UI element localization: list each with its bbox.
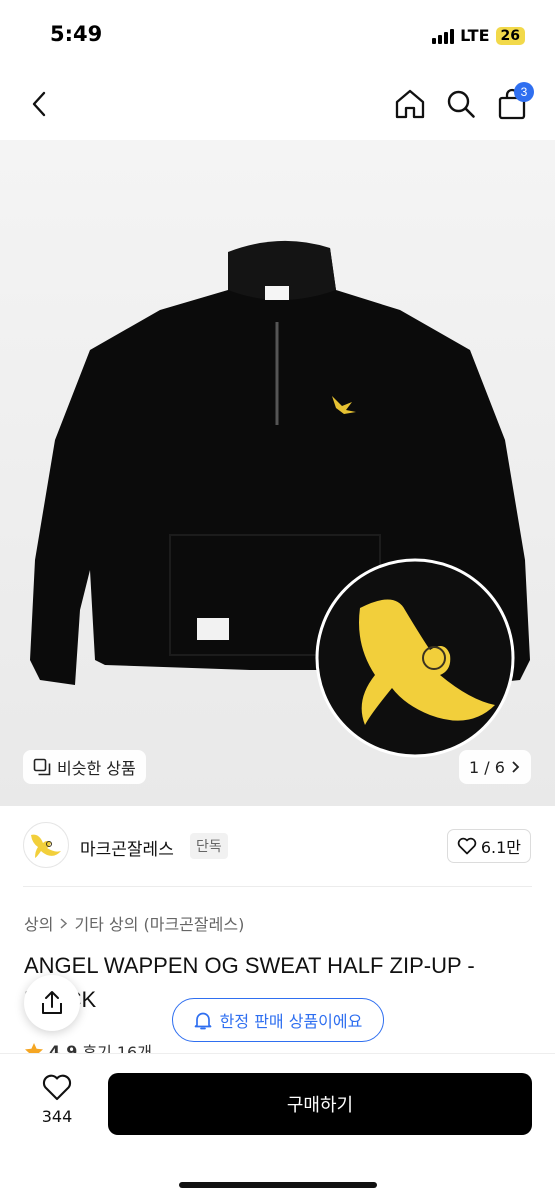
back-arrow-icon <box>32 91 46 117</box>
seller-logo[interactable] <box>23 822 69 868</box>
seller-like-button[interactable]: 6.1만 <box>446 829 531 863</box>
limited-sale-label: 한정 판매 상품이에요 <box>219 1012 363 1031</box>
buy-button[interactable]: 구매하기 <box>108 1073 532 1135</box>
gallery-page-indicator[interactable]: 1 / 6 <box>459 750 531 784</box>
home-button[interactable] <box>390 84 430 124</box>
status-bar: 5:49 LTE 26 <box>0 0 555 70</box>
product-like-count: 344 <box>41 1107 73 1126</box>
similar-products-label: 비슷한 상품 <box>57 759 136 778</box>
page-indicator-text: 1 / 6 <box>469 757 505 777</box>
angel-logo-icon <box>31 834 61 858</box>
similar-products-button[interactable]: 비슷한 상품 <box>23 750 146 784</box>
status-indicators: LTE 26 <box>432 26 525 45</box>
search-button[interactable] <box>441 84 481 124</box>
product-photo <box>30 240 530 758</box>
bottom-action-bar: 344 구매하기 <box>0 1053 555 1200</box>
cart-button[interactable]: 3 <box>492 82 534 124</box>
breadcrumb-level2[interactable]: 기타 상의 (마크곤잘레스) <box>74 911 244 935</box>
network-label: LTE <box>460 26 490 45</box>
breadcrumb: 상의 기타 상의 (마크곤잘레스) <box>24 911 244 935</box>
seller-like-count: 6.1만 <box>480 838 521 857</box>
exclusive-tag: 단독 <box>190 833 228 859</box>
home-indicator <box>179 1182 377 1188</box>
signal-icon <box>432 28 455 44</box>
seller-name[interactable]: 마크곤잘레스 <box>80 835 174 860</box>
battery-indicator: 26 <box>495 26 525 45</box>
product-image-gallery[interactable]: 비슷한 상품 1 / 6 <box>0 140 555 806</box>
cart-count-badge: 3 <box>514 82 534 102</box>
heart-icon <box>42 1074 72 1101</box>
similar-icon <box>33 758 51 776</box>
divider <box>23 886 532 887</box>
top-nav: 3 <box>0 70 555 140</box>
product-like-button[interactable]: 344 <box>28 1074 86 1126</box>
limited-sale-notice[interactable]: 한정 판매 상품이에요 <box>172 998 384 1042</box>
search-icon <box>447 90 475 118</box>
back-button[interactable] <box>20 84 60 124</box>
seller-row: 마크곤잘레스 단독 6.1만 <box>0 822 555 872</box>
chevron-right-icon <box>60 917 68 929</box>
status-time: 5:49 <box>50 22 103 46</box>
bell-icon <box>194 1012 212 1029</box>
chevron-right-icon <box>512 761 520 773</box>
breadcrumb-level1[interactable]: 상의 <box>24 911 53 935</box>
share-button[interactable] <box>24 975 80 1031</box>
home-icon <box>395 89 425 119</box>
heart-icon <box>457 837 477 855</box>
share-icon <box>42 991 62 1014</box>
product-title-line1: ANGEL WAPPEN OG SWEAT HALF ZIP-UP - <box>24 953 475 978</box>
